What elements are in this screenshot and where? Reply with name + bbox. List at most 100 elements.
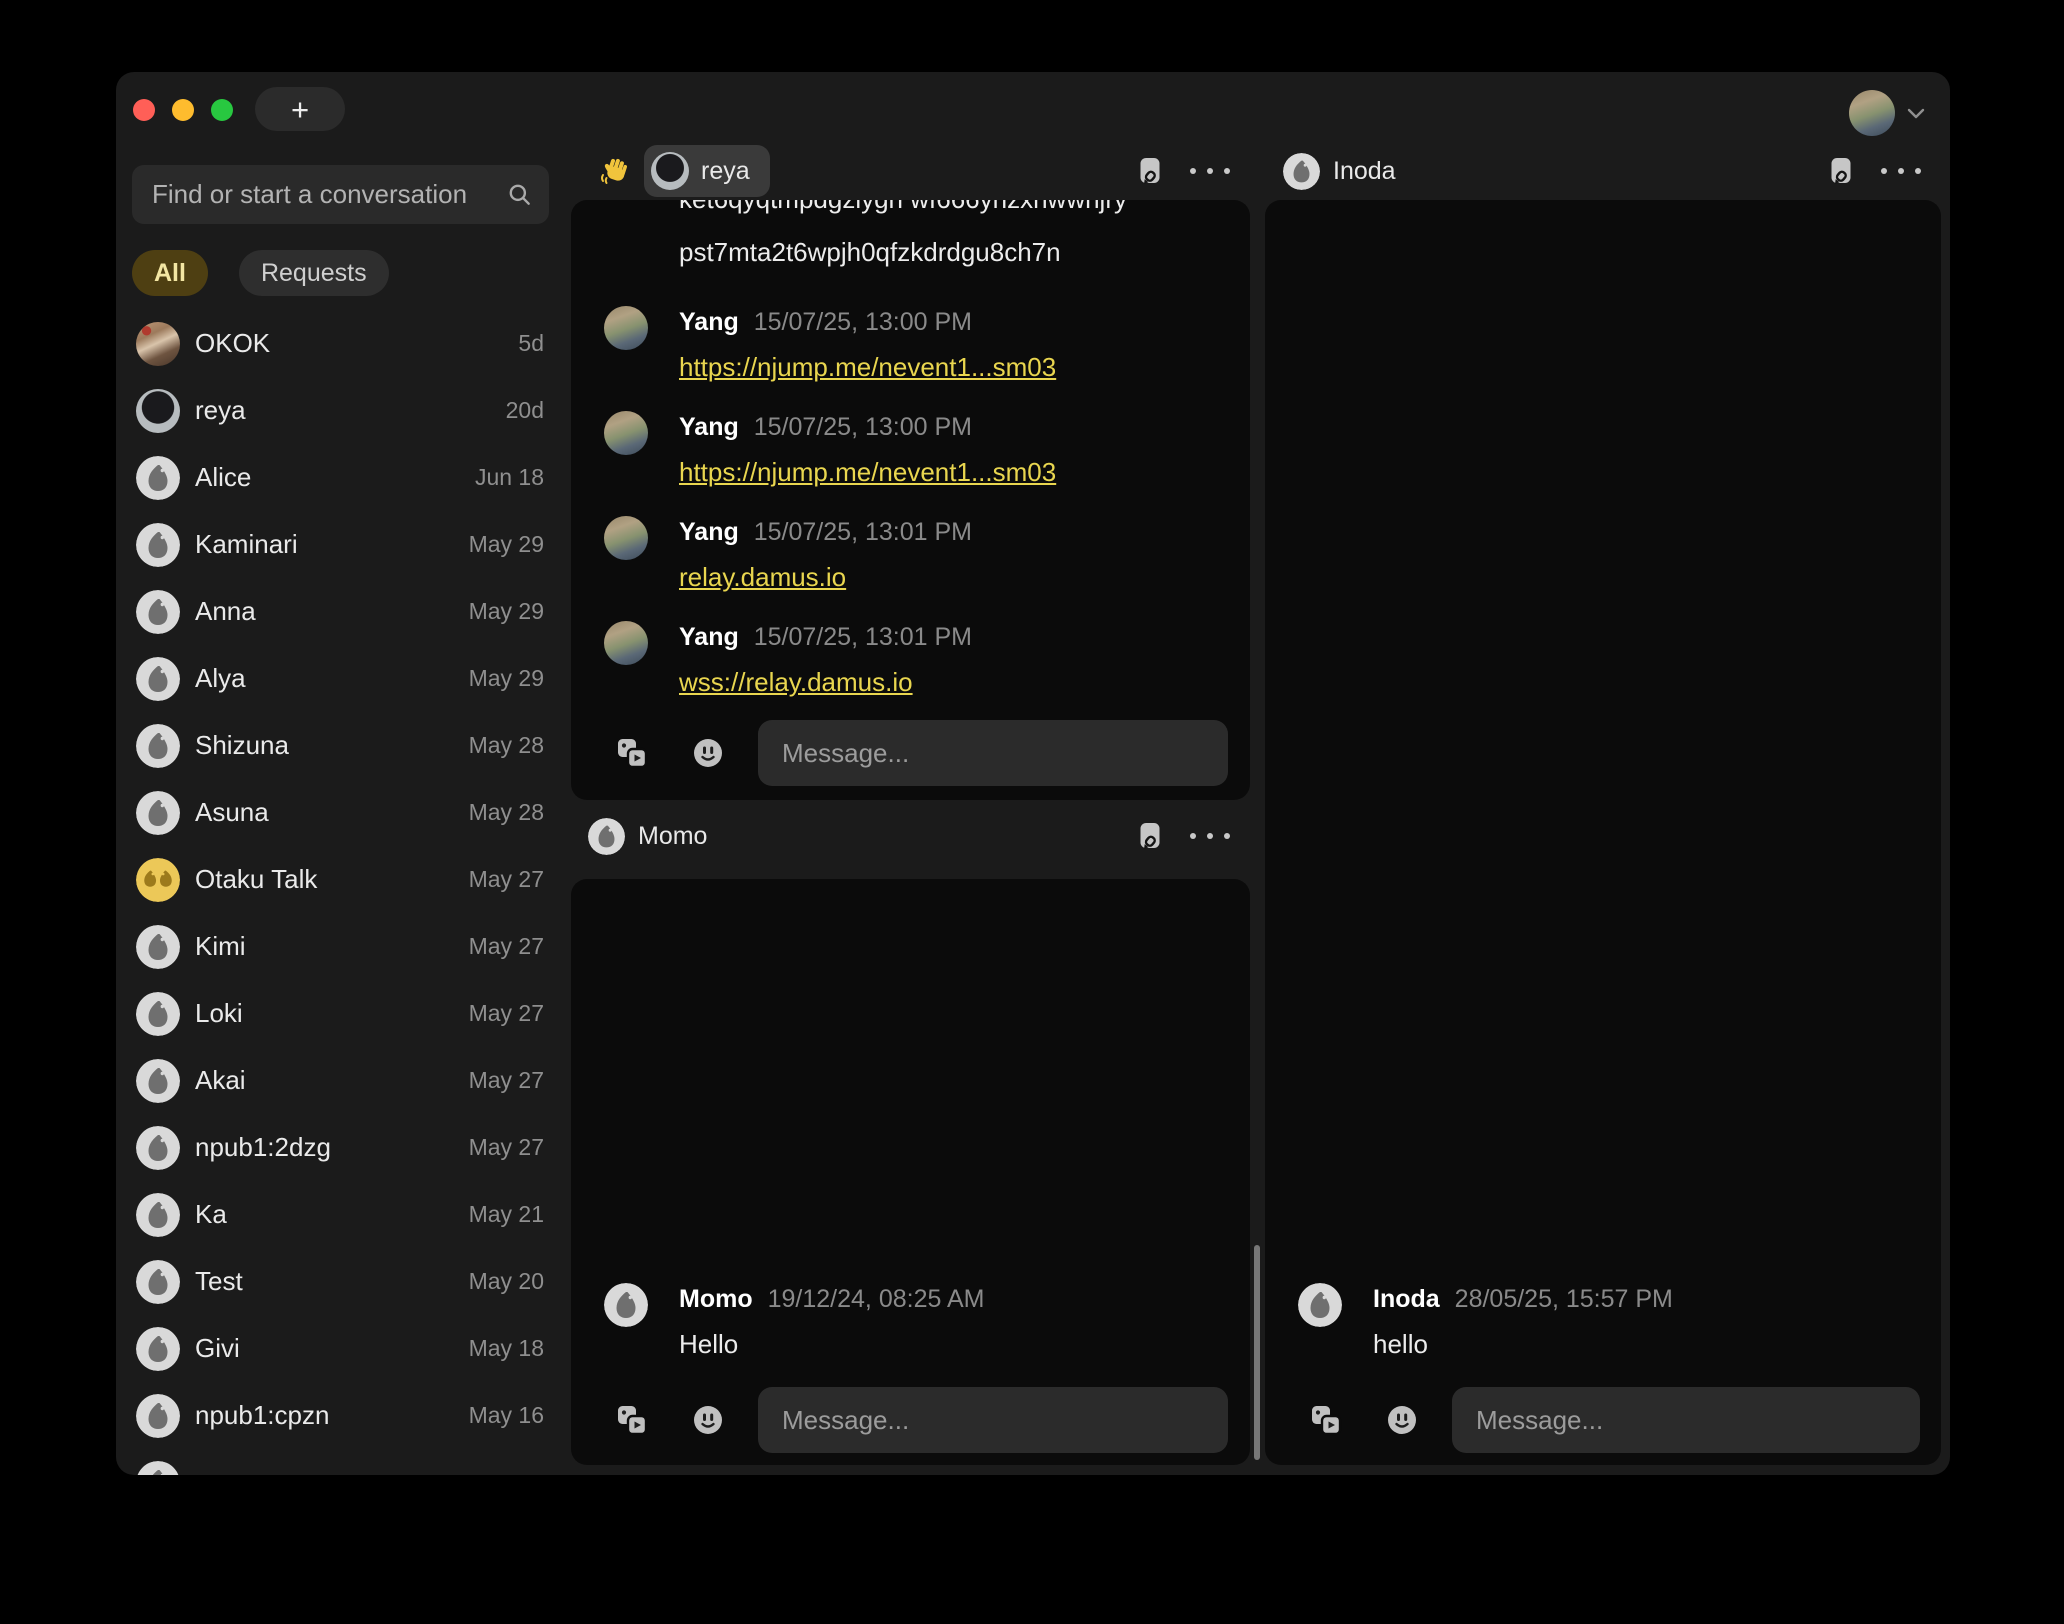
conversation-date: May 29	[469, 531, 544, 558]
message-composer	[1310, 1387, 1920, 1453]
inoda-chat-panel: Inoda 28/05/25, 15:57 PM hello	[1265, 200, 1941, 1465]
message-avatar	[604, 411, 648, 455]
message-link[interactable]: https://njump.me/nevent1...sm03	[679, 351, 1056, 384]
message-timestamp: 15/07/25, 13:00 PM	[754, 411, 972, 443]
compose-note-icon[interactable]	[1139, 821, 1163, 851]
filter-all[interactable]: All	[132, 250, 208, 296]
scrollbar-thumb[interactable]	[1254, 1245, 1260, 1460]
conversation-name: Alya	[195, 663, 459, 694]
conversation-date: May 27	[469, 866, 544, 893]
reya-chat-panel: ket6qyqtmpdgzlygh wf666ynzxnwwnjry pst7m…	[571, 200, 1250, 800]
conversation-name: OKOK	[195, 328, 508, 359]
conversation-item[interactable]: Givi May 18	[132, 1315, 549, 1382]
conversation-item[interactable]: Loki May 27	[132, 980, 549, 1047]
message-input[interactable]	[758, 720, 1228, 786]
conversation-item[interactable]: OKOK 5d	[132, 310, 549, 377]
conversation-item[interactable]: Shizuna May 28	[132, 712, 549, 779]
emoji-picker-icon[interactable]	[692, 737, 724, 769]
conversation-avatar	[136, 456, 180, 500]
conversation-avatar	[136, 590, 180, 634]
conversation-date: 5d	[518, 330, 544, 357]
compose-note-icon[interactable]	[1139, 156, 1163, 186]
conversation-item[interactable]: Alya May 29	[132, 645, 549, 712]
media-picker-icon[interactable]	[616, 737, 648, 769]
momo-chat-panel: Momo 19/12/24, 08:25 AM Hello	[571, 879, 1250, 1465]
new-chat-button[interactable]: +	[255, 87, 345, 131]
reya-title-pill[interactable]: reya	[644, 145, 770, 197]
message-timestamp: 19/12/24, 08:25 AM	[768, 1283, 985, 1315]
message-timestamp: 15/07/25, 13:01 PM	[754, 621, 972, 653]
scrolled-message-line: pst7mta2t6wpjh0qfzkdrdgu8ch7n	[679, 226, 1230, 279]
panel-title: reya	[701, 157, 750, 186]
conversation-item[interactable]: Otaku Talk May 27	[132, 846, 549, 913]
conversation-item[interactable]: Test May 20	[132, 1248, 549, 1315]
message: Momo 19/12/24, 08:25 AM Hello	[604, 1283, 1230, 1361]
conversation-date: May 28	[469, 732, 544, 759]
emoji-picker-icon[interactable]	[692, 1404, 724, 1436]
conversation-avatar	[136, 523, 180, 567]
conversation-item[interactable]: Kimi May 27	[132, 913, 549, 980]
conversation-date: May 29	[469, 665, 544, 692]
conversation-avatar	[136, 322, 180, 366]
inoda-avatar	[1283, 153, 1320, 190]
message-link[interactable]: wss://relay.damus.io	[679, 666, 913, 699]
user-menu-button[interactable]	[1849, 90, 1927, 136]
conversation-avatar	[136, 724, 180, 768]
conversation-item[interactable]: Kaminari May 29	[132, 511, 549, 578]
panel-title: Momo	[638, 822, 707, 851]
search-input[interactable]	[150, 178, 507, 211]
media-picker-icon[interactable]	[616, 1404, 648, 1436]
conversation-date: May 27	[469, 1134, 544, 1161]
filter-requests[interactable]: Requests	[239, 250, 389, 296]
compose-note-icon[interactable]	[1830, 156, 1854, 186]
conversation-name: Akai	[195, 1065, 459, 1096]
conversation-date: May 27	[469, 933, 544, 960]
conversation-name: Test	[195, 1266, 459, 1297]
close-button[interactable]	[133, 99, 155, 121]
scrolled-message-line: ket6qyqtmpdgzlygh wf666ynzxnwwnjry	[679, 200, 1230, 226]
conversation-item[interactable]: Akai May 27	[132, 1047, 549, 1114]
message-composer	[616, 720, 1228, 786]
conversation-date: May 20	[469, 1268, 544, 1295]
conversation-name: Shizuna	[195, 730, 459, 761]
conversation-date: May 21	[469, 1201, 544, 1228]
conversation-item[interactable]: npub1:2dzg May 27	[132, 1114, 549, 1181]
conversation-date: May 27	[469, 1000, 544, 1027]
zoom-button[interactable]	[211, 99, 233, 121]
conversation-name: Otaku Talk	[195, 864, 459, 895]
chevron-down-icon	[1905, 102, 1927, 124]
more-options-button[interactable]	[1190, 168, 1230, 174]
conversation-date: Jun 18	[475, 464, 544, 491]
message-input[interactable]	[1452, 1387, 1920, 1453]
conversation-item-partial[interactable]	[132, 1449, 549, 1475]
conversation-date: May 27	[469, 1067, 544, 1094]
emoji-picker-icon[interactable]	[1386, 1404, 1418, 1436]
minimize-button[interactable]	[172, 99, 194, 121]
conversation-name: npub1:2dzg	[195, 1132, 459, 1163]
conversation-item[interactable]: Anna May 29	[132, 578, 549, 645]
message: Yang 15/07/25, 13:00 PM https://njump.me…	[604, 306, 1230, 384]
conversation-avatar	[136, 1193, 180, 1237]
conversation-name: Ka	[195, 1199, 459, 1230]
conversation-item[interactable]: Alice Jun 18	[132, 444, 549, 511]
media-picker-icon[interactable]	[1310, 1404, 1342, 1436]
message-input[interactable]	[758, 1387, 1228, 1453]
message-author: Yang	[679, 516, 739, 548]
message-link[interactable]: https://njump.me/nevent1...sm03	[679, 456, 1056, 489]
wave-icon[interactable]	[599, 155, 631, 187]
message-author: Momo	[679, 1283, 753, 1315]
screen: + All Requests	[0, 0, 2064, 1624]
conversation-item[interactable]: Ka May 21	[132, 1181, 549, 1248]
more-options-button[interactable]	[1190, 833, 1230, 839]
conversation-avatar	[136, 1461, 180, 1476]
conversation-avatar	[136, 1126, 180, 1170]
message-author: Yang	[679, 411, 739, 443]
more-options-button[interactable]	[1881, 168, 1921, 174]
message-timestamp: 28/05/25, 15:57 PM	[1455, 1283, 1673, 1315]
message-text: Hello	[679, 1328, 984, 1361]
conversation-avatar	[136, 389, 180, 433]
conversation-item[interactable]: Asuna May 28	[132, 779, 549, 846]
conversation-item[interactable]: reya 20d	[132, 377, 549, 444]
conversation-item[interactable]: npub1:cpzn May 16	[132, 1382, 549, 1449]
message-link[interactable]: relay.damus.io	[679, 561, 846, 594]
